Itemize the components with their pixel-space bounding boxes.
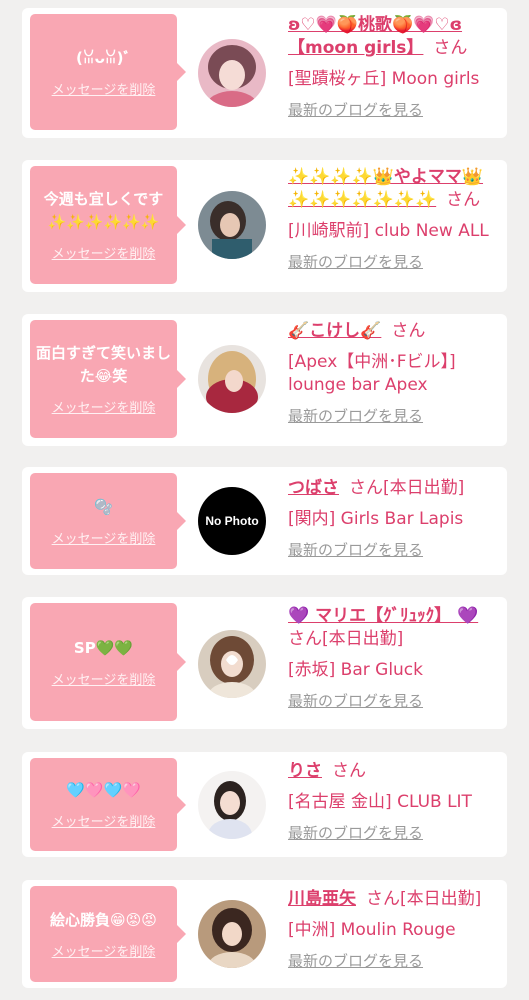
sender-name-link[interactable]: 💜 マリエ【ｸﾞﾘｭｯｸ】 💜: [288, 606, 478, 626]
sender-name-link[interactable]: つばさ: [288, 478, 339, 498]
avatar[interactable]: [198, 900, 266, 968]
message-card: 🩵🩷🩵🩷 メッセージを削除 りさ さん [名古屋 金山] CLUB LIT 最新の…: [22, 752, 507, 857]
sender-info: ʚ♡💗🍑桃歌🍑💗♡ɞ【moon girls】 さん [聖蹟桜ヶ丘] Moon gi…: [288, 14, 499, 122]
avatar[interactable]: [198, 345, 266, 413]
avatar-photo-icon: [198, 630, 266, 698]
sender-suffix: さん[本日出勤]: [288, 629, 404, 649]
sender-name-link[interactable]: 川島亜矢: [288, 889, 356, 909]
avatar-photo-icon: [198, 345, 266, 413]
delete-message-link[interactable]: メッセージを削除: [52, 669, 156, 688]
message-bubble: 絵心勝負😁😡😡 メッセージを削除: [30, 886, 186, 982]
delete-message-link[interactable]: メッセージを削除: [52, 941, 156, 960]
message-card: SP💚💚 メッセージを削除 💜 マリエ【ｸﾞﾘｭｯｸ】 💜 さん[本日出勤] [赤…: [22, 597, 507, 729]
message-text: SP💚💚: [73, 638, 134, 657]
shop-name: [川崎駅前] club New ALL: [288, 221, 489, 241]
sender-info: 川島亜矢 さん[本日出勤] [中洲] Moulin Rouge 最新のブログを見る: [288, 888, 499, 973]
message-card: 今週も宜しくです✨✨✨✨✨✨ メッセージを削除 ✨✨✨✨👑やよママ👑✨✨✨✨✨✨…: [22, 160, 507, 292]
message-bubble: 🫧 メッセージを削除: [30, 473, 186, 569]
sender-info: りさ さん [名古屋 金山] CLUB LIT 最新のブログを見る: [288, 760, 499, 845]
avatar-photo-icon: [198, 900, 266, 968]
message-bubble: 今週も宜しくです✨✨✨✨✨✨ メッセージを削除: [30, 166, 186, 284]
sender-suffix: さん: [391, 321, 426, 341]
shop-name: [名古屋 金山] CLUB LIT: [288, 792, 472, 812]
sender-suffix: さん: [433, 38, 468, 58]
avatar[interactable]: [198, 39, 266, 107]
delete-message-link[interactable]: メッセージを削除: [52, 79, 156, 98]
sender-name-link[interactable]: 🎸こけし🎸: [288, 321, 381, 341]
avatar-photo-icon: [198, 191, 266, 259]
message-bubble: 面白すぎて笑いました😂笑 メッセージを削除: [30, 320, 186, 438]
latest-blog-link[interactable]: 最新のブログを見る: [288, 405, 499, 428]
sender-name-link[interactable]: りさ: [288, 761, 322, 781]
latest-blog-link[interactable]: 最新のブログを見る: [288, 539, 499, 562]
message-text: 面白すぎて笑いました😂笑: [36, 344, 172, 385]
avatar[interactable]: [198, 771, 266, 839]
avatar[interactable]: [198, 630, 266, 698]
sender-info: つばさ さん[本日出勤] [関内] Girls Bar Lapis 最新のブログを…: [288, 477, 499, 562]
message-card: 絵心勝負😁😡😡 メッセージを削除 川島亜矢 さん[本日出勤] [中洲] Mouli…: [22, 880, 507, 988]
shop-name: [聖蹟桜ヶ丘] Moon girls: [288, 69, 480, 89]
sender-suffix: さん: [332, 761, 366, 781]
delete-message-link[interactable]: メッセージを削除: [52, 528, 156, 547]
sender-info: 🎸こけし🎸 さん [Apex【中洲･Fビル】] lounge bar Apex 最…: [288, 320, 499, 428]
avatar[interactable]: [198, 191, 266, 259]
message-text: 絵心勝負😁😡😡: [50, 910, 157, 929]
message-bubble: SP💚💚 メッセージを削除: [30, 603, 186, 721]
shop-name: [中洲] Moulin Rouge: [288, 920, 456, 940]
shop-name: [関内] Girls Bar Lapis: [288, 509, 464, 529]
message-bubble: 🩵🩷🩵🩷 メッセージを削除: [30, 758, 186, 851]
sender-info: 💜 マリエ【ｸﾞﾘｭｯｸ】 💜 さん[本日出勤] [赤坂] Bar Gluck 最…: [288, 605, 499, 713]
avatar-photo-icon: [198, 771, 266, 839]
message-text: 今週も宜しくです✨✨✨✨✨✨: [43, 190, 164, 231]
message-card: 面白すぎて笑いました😂笑 メッセージを削除 🎸こけし🎸 さん [Apex【中洲･F…: [22, 314, 507, 446]
shop-name: [Apex【中洲･Fビル】] lounge bar Apex: [288, 352, 456, 395]
delete-message-link[interactable]: メッセージを削除: [52, 243, 156, 262]
sender-suffix: さん[本日出勤]: [366, 889, 482, 909]
delete-message-link[interactable]: メッセージを削除: [52, 397, 156, 416]
sender-info: ✨✨✨✨👑やよママ👑✨✨✨✨✨✨✨ さん [川崎駅前] club New ALL …: [288, 166, 499, 274]
message-card: (ꈍᴗꈍ)ﾞ メッセージを削除 ʚ♡💗🍑桃歌🍑💗♡ɞ【moon girls】 さん…: [22, 8, 507, 138]
latest-blog-link[interactable]: 最新のブログを見る: [288, 99, 499, 122]
message-text: 🫧: [94, 497, 113, 516]
message-text: 🩵🩷🩵🩷: [66, 781, 141, 799]
sender-suffix: さん[本日出勤]: [349, 478, 465, 498]
latest-blog-link[interactable]: 最新のブログを見る: [288, 822, 499, 845]
avatar[interactable]: No Photo: [198, 487, 266, 555]
message-card: 🫧 メッセージを削除 No Photo つばさ さん[本日出勤] [関内] Gir…: [22, 467, 507, 575]
latest-blog-link[interactable]: 最新のブログを見る: [288, 690, 499, 713]
message-text: (ꈍᴗꈍ)ﾞ: [76, 48, 131, 67]
delete-message-link[interactable]: メッセージを削除: [52, 811, 156, 830]
latest-blog-link[interactable]: 最新のブログを見る: [288, 950, 499, 973]
shop-name: [赤坂] Bar Gluck: [288, 660, 424, 680]
avatar-photo-icon: [198, 39, 266, 107]
sender-suffix: さん: [446, 190, 481, 210]
message-bubble: (ꈍᴗꈍ)ﾞ メッセージを削除: [30, 14, 186, 130]
latest-blog-link[interactable]: 最新のブログを見る: [288, 251, 499, 274]
no-photo-icon: No Photo: [198, 487, 266, 555]
